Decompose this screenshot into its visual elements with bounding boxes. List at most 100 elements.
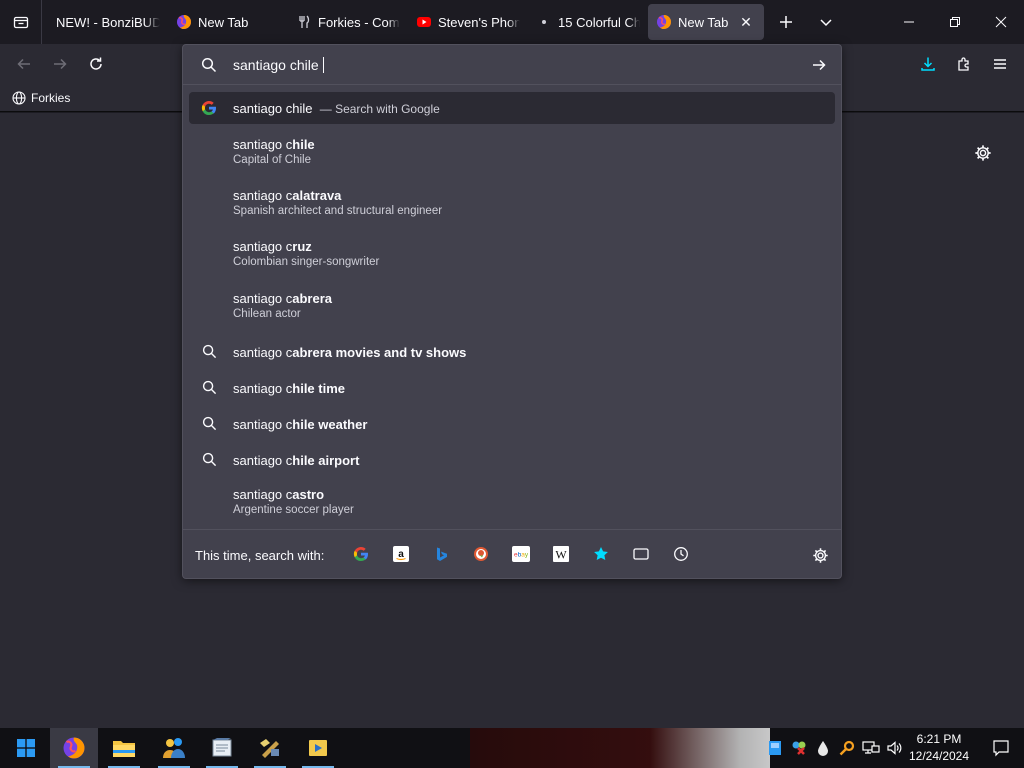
suggestion-chile-time[interactable]: santiago chile time xyxy=(189,373,835,405)
result-title: santiago calatrava xyxy=(233,188,342,203)
notepad-icon xyxy=(212,738,232,757)
result-santiago-cruz[interactable]: santiago cruz Colombian singer-songwrite… xyxy=(189,232,835,278)
globe-icon xyxy=(12,91,26,105)
reload-button[interactable] xyxy=(80,48,112,80)
puzzle-icon xyxy=(958,57,969,71)
customize-new-tab-button[interactable] xyxy=(970,140,996,166)
notification-icon xyxy=(993,740,1009,757)
tab-stevens-phone[interactable]: Steven's Phone xyxy=(408,4,520,40)
go-button[interactable] xyxy=(805,51,833,79)
urlbar-input[interactable]: santiago chile xyxy=(233,57,324,73)
duckduckgo-icon[interactable] xyxy=(471,544,491,564)
tray-network-icon[interactable] xyxy=(861,738,881,758)
tray-network-alert-icon[interactable] xyxy=(789,738,809,758)
ebay-icon[interactable]: ebay xyxy=(511,544,531,564)
hamburger-menu-icon xyxy=(994,59,1006,69)
close-window-button[interactable] xyxy=(978,0,1024,44)
wikipedia-icon[interactable]: W xyxy=(551,544,571,564)
firefox-icon xyxy=(656,14,672,30)
tab-colorful-christmas[interactable]: 15 Colorful Christmas xyxy=(528,4,640,40)
utility-app-icon xyxy=(260,739,279,758)
start-button[interactable] xyxy=(4,728,48,768)
result-action-text: — Search with Google xyxy=(319,102,440,116)
tab-bonzibuddy[interactable]: NEW! - BonziBUDDY xyxy=(48,4,160,40)
forward-button[interactable] xyxy=(44,48,76,80)
result-subtitle: Spanish architect and structural enginee… xyxy=(233,205,443,217)
search-settings-gear-icon[interactable] xyxy=(809,544,831,566)
media-player-icon xyxy=(309,740,327,756)
close-icon xyxy=(995,16,1007,28)
amazon-icon[interactable]: a xyxy=(391,544,411,564)
tab-title: New Tab xyxy=(678,14,729,30)
tray-search-key-icon[interactable] xyxy=(837,738,857,758)
tabs-icon[interactable] xyxy=(631,544,651,564)
taskbar-notepad[interactable] xyxy=(198,728,246,768)
firefox-icon xyxy=(176,14,192,30)
minimize-button[interactable] xyxy=(886,0,932,44)
close-tab-icon[interactable]: ✕ xyxy=(738,14,754,30)
tab-new-tab-1[interactable]: New Tab xyxy=(168,4,280,40)
search-icon xyxy=(201,57,217,78)
suggestion-chile-airport[interactable]: santiago chile airport xyxy=(189,445,835,477)
clock-date: 12/24/2024 xyxy=(908,749,970,763)
bookmark-label: Forkies xyxy=(31,91,71,105)
taskbar-app-5[interactable] xyxy=(246,728,294,768)
result-search-with-google[interactable]: santiago chile — Search with Google xyxy=(189,92,835,124)
tab-manager-icon xyxy=(13,16,28,29)
list-tabs-dropdown[interactable] xyxy=(808,4,844,40)
suggestion-cabrera-movies[interactable]: santiago cabrera movies and tv shows xyxy=(189,337,835,369)
urlbar-input-value: santiago chile xyxy=(233,57,319,73)
result-santiago-calatrava[interactable]: santiago calatrava Spanish architect and… xyxy=(189,181,835,227)
bookmark-forkies[interactable]: Forkies xyxy=(8,88,74,108)
result-title: santiago chile airport xyxy=(233,453,360,468)
windows-taskbar: 6:21 PM 12/24/2024 xyxy=(0,728,1024,768)
reload-icon xyxy=(90,57,102,70)
search-icon xyxy=(201,343,217,359)
google-icon xyxy=(201,100,217,116)
bing-icon[interactable] xyxy=(431,544,451,564)
result-title: santiago cabrera movies and tv shows xyxy=(233,345,467,360)
result-subtitle: Capital of Chile xyxy=(233,154,311,166)
restore-button[interactable] xyxy=(932,0,978,44)
bookmarks-star-icon[interactable] xyxy=(591,544,611,564)
tab-title: 15 Colorful Christmas xyxy=(558,14,640,30)
extensions-button[interactable] xyxy=(948,48,980,80)
app-menu-button[interactable] xyxy=(984,48,1016,80)
svg-text:W: W xyxy=(555,548,567,562)
result-title: santiago chile — Search with Google xyxy=(233,101,440,116)
wallpaper-strip xyxy=(470,728,770,768)
tab-strip: NEW! - BonziBUDDY New Tab Forkies - Comm… xyxy=(0,0,1024,44)
back-arrow-icon xyxy=(17,58,30,70)
tray-drive-icon[interactable] xyxy=(765,738,785,758)
suggestion-chile-weather[interactable]: santiago chile weather xyxy=(189,409,835,441)
minimize-icon xyxy=(904,21,914,23)
gear-icon xyxy=(975,145,991,161)
result-santiago-cabrera[interactable]: santiago cabrera Chilean actor xyxy=(189,284,835,330)
tray-droplet-icon[interactable] xyxy=(813,738,833,758)
result-subtitle: Colombian singer-songwriter xyxy=(233,256,380,268)
tab-title: NEW! - BonziBUDDY xyxy=(56,14,160,30)
history-icon[interactable] xyxy=(671,544,691,564)
clock-time: 6:21 PM xyxy=(916,732,962,746)
result-subtitle: Chilean actor xyxy=(233,308,301,320)
tray-volume-icon[interactable] xyxy=(885,738,905,758)
result-santiago-chile[interactable]: santiago chile Capital of Chile xyxy=(189,130,835,176)
taskbar-people-app[interactable] xyxy=(150,728,198,768)
tab-new-tab-active[interactable]: New Tab ✕ xyxy=(648,4,764,40)
taskbar-media-player[interactable] xyxy=(294,728,342,768)
new-tab-button[interactable] xyxy=(768,4,804,40)
taskbar-firefox[interactable] xyxy=(50,728,98,768)
tab-forkies[interactable]: Forkies - Community xyxy=(288,4,400,40)
search-icon xyxy=(201,415,217,431)
back-button[interactable] xyxy=(8,48,40,80)
action-center-button[interactable] xyxy=(978,728,1024,768)
result-santiago-castro[interactable]: santiago castro Argentine soccer player xyxy=(189,480,835,526)
result-title: santiago chile weather xyxy=(233,417,368,432)
taskbar-clock[interactable]: 6:21 PM 12/24/2024 xyxy=(905,731,973,765)
taskbar-file-explorer[interactable] xyxy=(100,728,148,768)
forkies-icon xyxy=(296,14,312,30)
downloads-button[interactable] xyxy=(912,48,944,80)
list-all-tabs-button[interactable] xyxy=(0,0,42,44)
google-icon[interactable] xyxy=(351,544,371,564)
urlbar-popup: santiago chile santiago chile — Search w… xyxy=(182,44,842,579)
